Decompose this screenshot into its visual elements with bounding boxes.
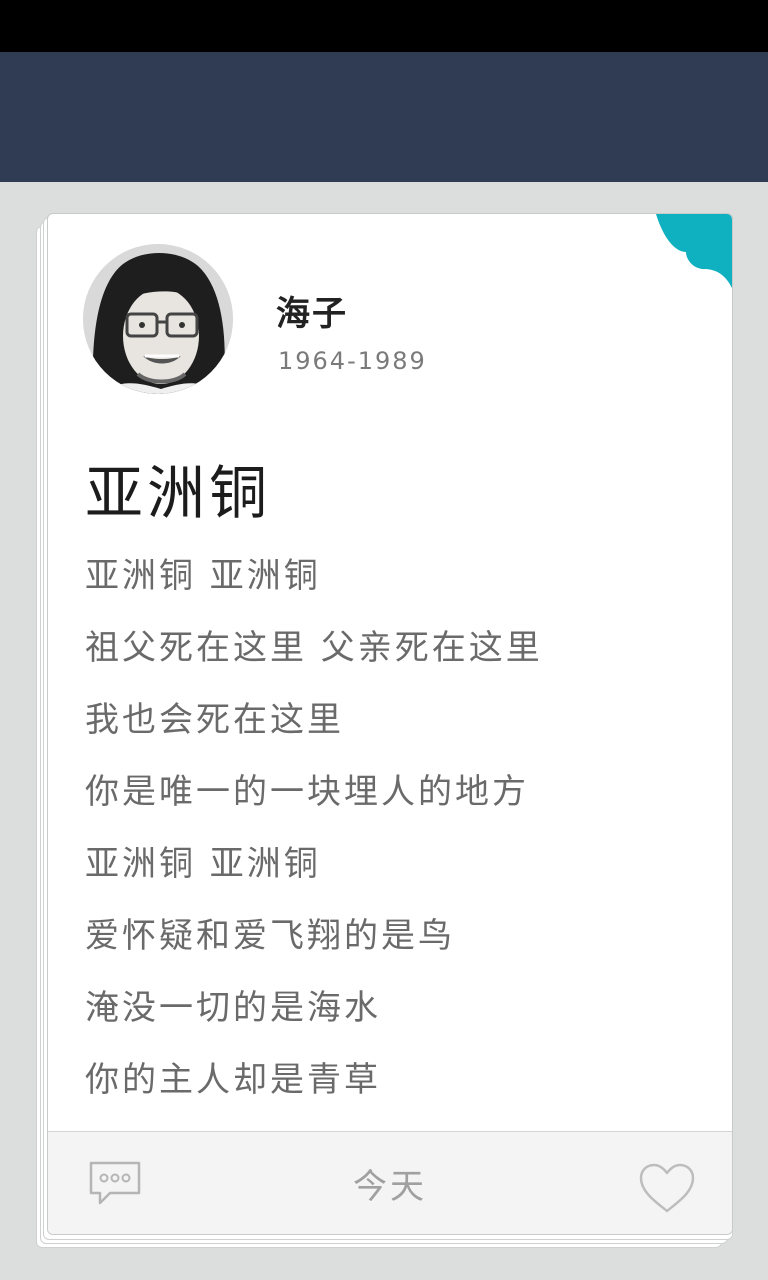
poem-line: 我也会死在这里 bbox=[85, 700, 344, 740]
card-footer: 今天 bbox=[48, 1131, 732, 1234]
date-label: 今天 bbox=[353, 1167, 427, 1207]
poem-line: 亚洲铜 亚洲铜 bbox=[85, 556, 321, 596]
app-header bbox=[0, 52, 768, 182]
poem-line: 爱怀疑和爱飞翔的是鸟 bbox=[85, 916, 455, 956]
poem-line: 祖父死在这里 父亲死在这里 bbox=[85, 628, 543, 668]
corner-bookmark-icon bbox=[656, 214, 732, 288]
poem-line: 亚洲铜 亚洲铜 bbox=[85, 844, 321, 884]
poem-card[interactable]: 海子 1964-1989 亚洲铜 亚洲铜 亚洲铜 祖父死在这里 父亲死在这里 我… bbox=[47, 213, 733, 1235]
poem-title: 亚洲铜 bbox=[85, 459, 272, 527]
status-bar bbox=[0, 0, 768, 52]
author-avatar[interactable] bbox=[83, 244, 233, 394]
author-years: 1964-1989 bbox=[278, 347, 427, 375]
poem-line: 你的主人却是青草 bbox=[85, 1060, 381, 1100]
poem-line: 淹没一切的是海水 bbox=[85, 988, 381, 1028]
heart-icon[interactable] bbox=[638, 1162, 696, 1214]
avatar-portrait-icon bbox=[83, 244, 233, 394]
poem-line: 你是唯一的一块埋人的地方 bbox=[85, 772, 529, 812]
author-name: 海子 bbox=[276, 294, 348, 334]
poem-body: 亚洲铜 亚洲铜 祖父死在这里 父亲死在这里 我也会死在这里 你是唯一的一块埋人的… bbox=[85, 551, 543, 1127]
